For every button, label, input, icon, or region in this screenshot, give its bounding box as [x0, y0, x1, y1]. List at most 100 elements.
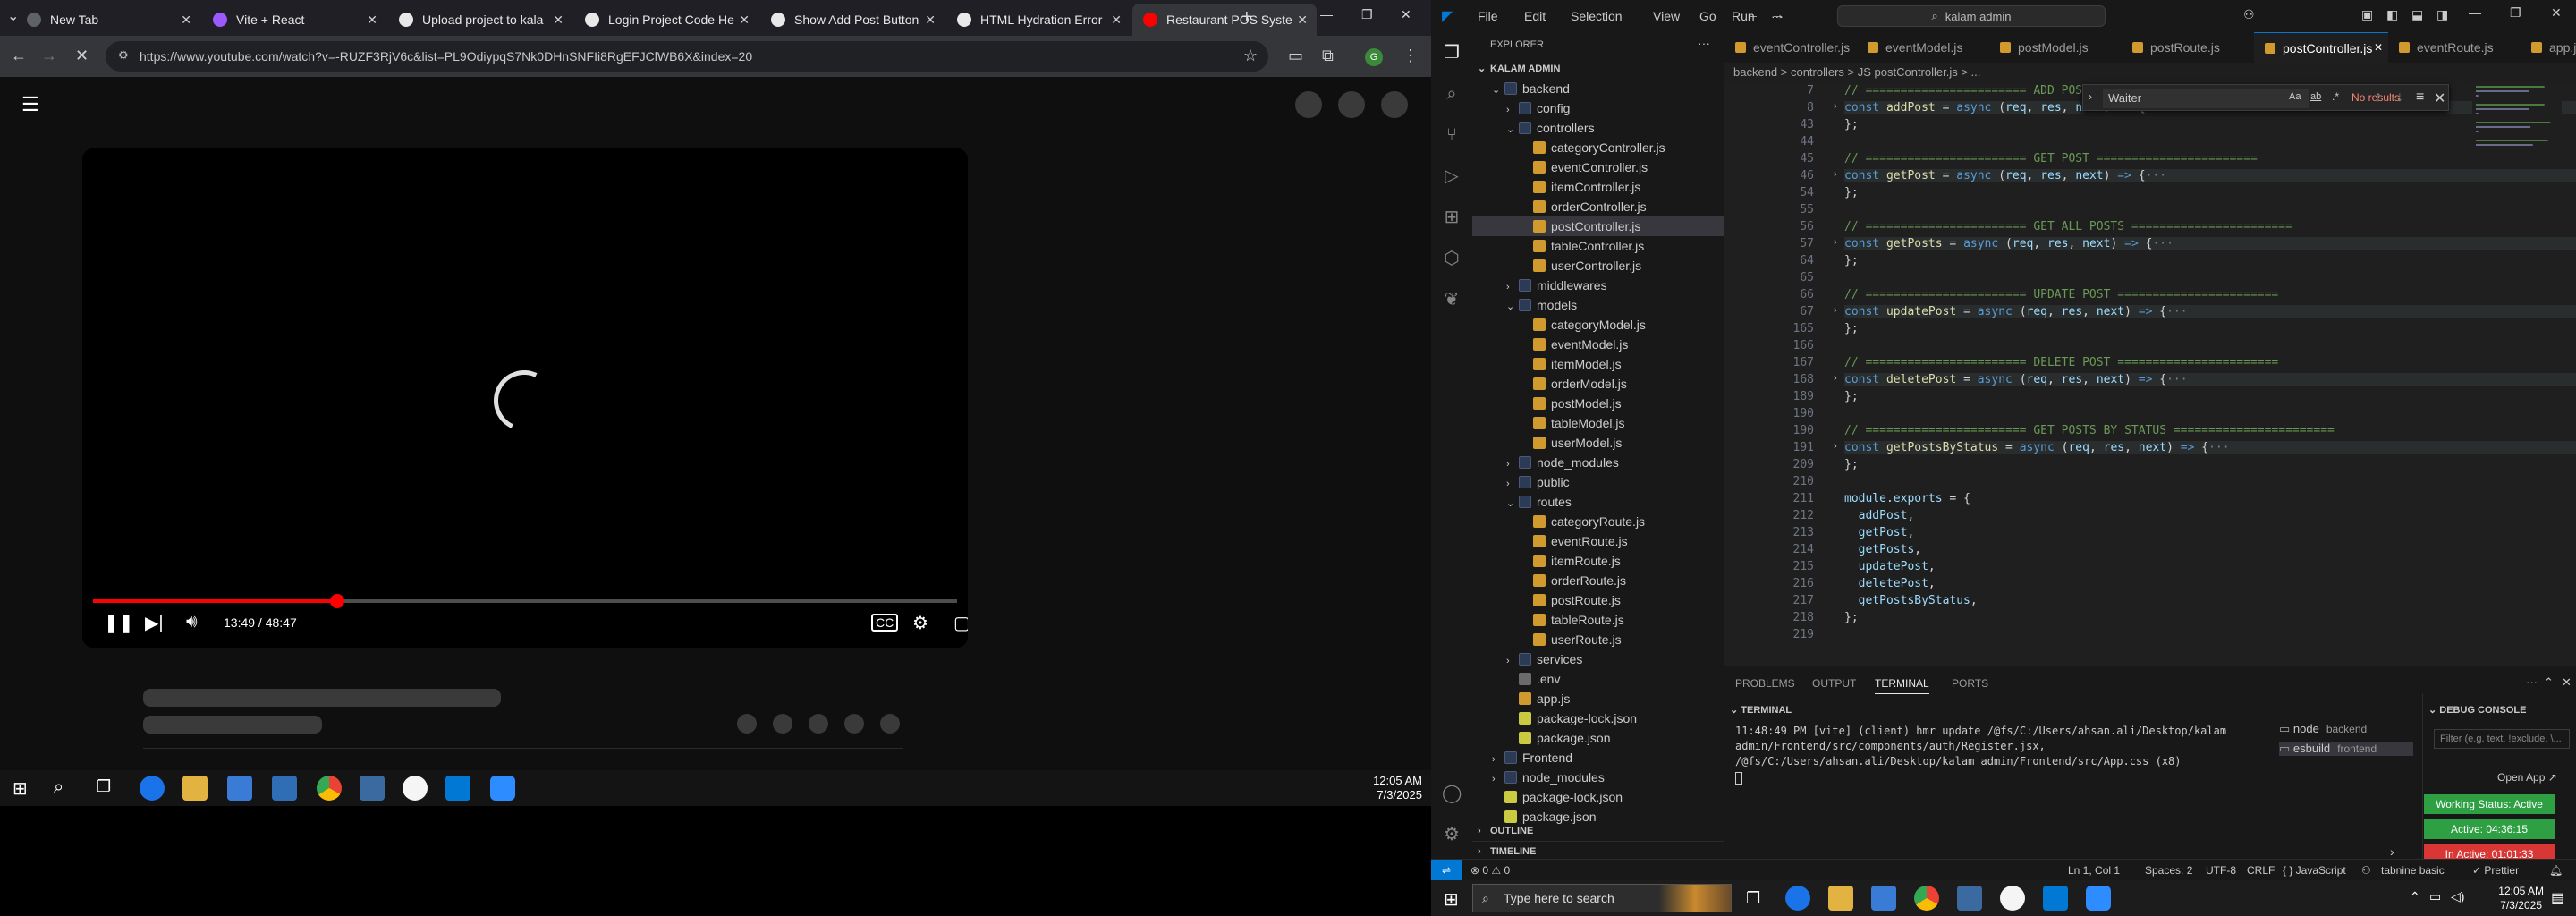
tree-file[interactable]: userModel.js [1472, 433, 1724, 453]
progress-scrubber[interactable] [330, 594, 345, 608]
app-icon[interactable] [1957, 886, 1982, 911]
tree-file[interactable]: categoryRoute.js [1472, 512, 1724, 531]
browser-tab[interactable]: Show Add Post Button ✕ [760, 4, 945, 36]
zoom-icon[interactable] [490, 776, 515, 801]
menu-item[interactable]: Selection [1571, 9, 1623, 23]
tree-file[interactable]: .env [1472, 669, 1724, 689]
encoding[interactable]: UTF-8 [2206, 864, 2236, 877]
editor-tab[interactable]: postRoute.js [2122, 32, 2254, 63]
tray-chevron-icon[interactable]: ⌃ [2410, 889, 2420, 904]
fold-chevron-icon[interactable]: › [1834, 441, 1837, 452]
code-line[interactable]: const updatePost = async (req, res, next… [1844, 305, 2576, 318]
close-tab-icon[interactable]: ✕ [739, 13, 750, 28]
close-find-icon[interactable]: ✕ [2434, 89, 2445, 107]
edge-icon[interactable] [140, 776, 165, 801]
taskbar-clock[interactable]: 12:05 AM 7/3/2025 [2498, 884, 2544, 912]
editor-tab[interactable]: app.js [2521, 32, 2576, 63]
browser-tab[interactable]: Restaurant POS Syste ✕ [1132, 4, 1317, 36]
go-live-icon[interactable]: ⚇ [2361, 864, 2371, 877]
bookmark-star-icon[interactable]: ☆ [1243, 47, 1258, 65]
outline-section[interactable]: › OUTLINE [1472, 821, 1724, 841]
zoom-icon[interactable] [2086, 886, 2111, 911]
tree-file[interactable]: eventRoute.js [1472, 531, 1724, 551]
close-tab-icon[interactable]: ✕ [181, 13, 191, 28]
search-icon[interactable]: ⌕ [54, 777, 64, 798]
browser-tab[interactable]: Vite + React ✕ [202, 4, 386, 36]
code-line[interactable]: // ======================= UPDATE POST =… [1844, 288, 2278, 301]
run-debug-icon[interactable]: ▷ [1442, 166, 1462, 186]
pause-icon[interactable]: ❚❚ [104, 612, 134, 634]
taskbar-clock[interactable]: 12:05 AM 7/3/2025 [1373, 774, 1422, 802]
chrome-menu-icon[interactable]: ⋮ [1402, 47, 1419, 65]
panel-tab[interactable]: OUTPUT [1812, 677, 1856, 690]
video-progress-bar[interactable] [93, 594, 957, 608]
code-line[interactable]: // ======================= DELETE POST =… [1844, 356, 2278, 369]
video-player[interactable]: ❚❚ ▶| 🔊︎ 13:49 / 48:47 CC ⚙ ▢ [82, 148, 968, 648]
copilot-icon[interactable]: ⚇ [2243, 7, 2255, 22]
menu-item[interactable]: File [1478, 9, 1498, 23]
open-app-link[interactable]: Open App ↗ [2497, 771, 2557, 784]
layout-icon[interactable]: ▣ [2361, 7, 2373, 22]
explorer-icon[interactable]: ❐ [1442, 43, 1462, 63]
source-control-icon[interactable]: ⑂ [1442, 125, 1462, 145]
code-line[interactable]: const getPost = async (req, res, next) =… [1844, 169, 2576, 182]
hamburger-menu-icon[interactable]: ☰ [21, 93, 39, 116]
fullscreen-icon[interactable]: ▢ [953, 612, 968, 634]
close-tab-icon[interactable]: ✕ [553, 13, 564, 28]
code-line[interactable]: getPostsByStatus, [1844, 594, 1978, 607]
remote-indicator-icon[interactable]: ⇌ [1431, 860, 1462, 881]
menu-item[interactable]: View [1653, 9, 1680, 23]
store-icon[interactable] [227, 776, 252, 801]
tree-folder[interactable]: › Frontend [1472, 748, 1724, 768]
edge-icon[interactable] [1785, 886, 1810, 911]
tree-folder[interactable]: ⌄ backend [1472, 79, 1724, 98]
fold-chevron-icon[interactable]: › [1834, 101, 1837, 112]
mail-icon[interactable] [272, 776, 297, 801]
tree-file[interactable]: package-lock.json [1472, 708, 1724, 728]
remote-icon[interactable]: ⬡ [1442, 249, 1462, 268]
tree-file[interactable]: eventController.js [1472, 157, 1724, 177]
command-center[interactable]: ⌕ kalam admin [1837, 5, 2106, 27]
code-line[interactable]: addPost, [1844, 509, 1915, 522]
account-icon[interactable]: ◯ [1442, 784, 1462, 803]
debug-filter-input[interactable]: Filter (e.g. text, !exclude, \... [2434, 729, 2570, 749]
site-info-icon[interactable]: ⚙ [118, 48, 129, 63]
code-line[interactable]: // ======================= GET POSTS BY … [1844, 424, 2334, 437]
windows-start-icon[interactable]: ⊞ [13, 777, 28, 800]
mongodb-icon[interactable]: ❦ [1442, 290, 1462, 310]
tabnine-status[interactable]: tabnine basic [2381, 864, 2445, 877]
more-actions-icon[interactable]: ··· [1698, 36, 1710, 50]
windows-start-icon[interactable]: ⊞ [1444, 888, 1459, 911]
code-line[interactable]: }; [1844, 611, 1859, 624]
file-explorer-icon[interactable] [1828, 886, 1853, 911]
code-line[interactable]: }; [1844, 254, 1859, 267]
toggle-replace-icon[interactable]: › [2089, 90, 2092, 103]
tree-folder[interactable]: ⌄ KALAM ADMIN [1472, 59, 1724, 79]
problems-count[interactable]: ⊗ 0 ⚠ 0 [1470, 864, 1510, 877]
file-explorer-icon[interactable] [182, 776, 208, 801]
extensions-icon[interactable]: ⧉ [1322, 47, 1334, 65]
tree-folder[interactable]: ⌄ models [1472, 295, 1724, 315]
code-line[interactable]: }; [1844, 390, 1859, 403]
browser-tab[interactable]: Upload project to kala ✕ [388, 4, 572, 36]
terminal-instance[interactable]: ▭ node backend [2279, 722, 2413, 736]
code-line[interactable]: module.exports = { [1844, 492, 1970, 505]
tree-folder[interactable]: ⌄ routes [1472, 492, 1724, 512]
back-icon[interactable]: ← [11, 47, 27, 65]
breadcrumb[interactable]: backend > controllers > JS postControlle… [1724, 63, 2576, 82]
tree-file[interactable]: postController.js [1472, 216, 1724, 236]
code-line[interactable]: }; [1844, 322, 1859, 335]
volume-icon[interactable]: 🔊︎ [186, 612, 198, 632]
code-line[interactable]: const getPostsByStatus = async (req, res… [1844, 441, 2576, 454]
minimize-icon[interactable]: — [1320, 7, 1333, 21]
code-line[interactable]: const deletePost = async (req, res, next… [1844, 373, 2576, 386]
code-line[interactable]: updatePost, [1844, 560, 1936, 573]
tree-file[interactable]: package-lock.json [1472, 787, 1724, 807]
vscode-icon[interactable] [445, 776, 470, 801]
editor-tab[interactable]: eventRoute.js [2388, 32, 2521, 63]
fold-chevron-icon[interactable]: › [1834, 169, 1837, 180]
cursor-app-icon[interactable] [2000, 886, 2025, 911]
terminal-output[interactable]: 11:48:49 PM [vite] (client) hmr update /… [1735, 724, 2263, 769]
search-icon[interactable]: ⌕ [1442, 84, 1462, 104]
code-line[interactable]: }; [1844, 118, 1859, 131]
